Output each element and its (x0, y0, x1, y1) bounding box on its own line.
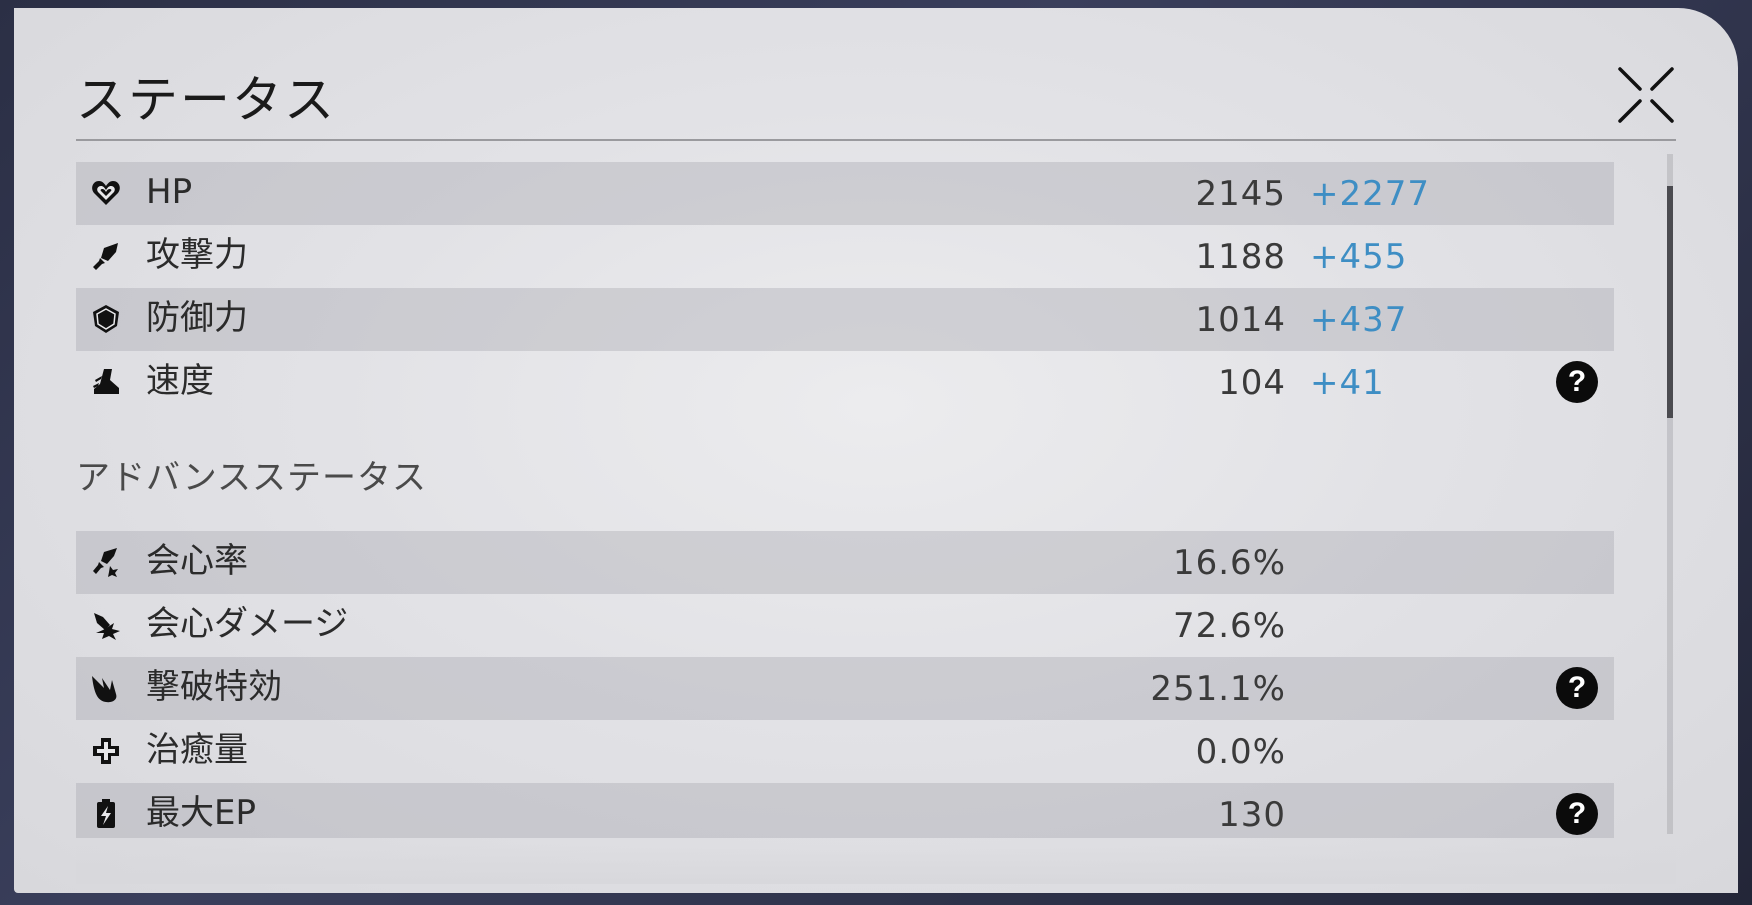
help-button[interactable]: ? (1556, 793, 1598, 835)
help-button[interactable]: ? (1556, 667, 1598, 709)
help-button[interactable]: ? (1556, 361, 1598, 403)
panel-title: ステータス (76, 71, 336, 129)
stats-list[interactable]: HP 2145 +2277 攻撃力 1188 +455 防御力 1014 +43… (76, 162, 1614, 838)
status-panel: ステータス HP 2145 +2277 攻撃力 1188 +455 防御力 10… (14, 8, 1738, 893)
break-effect-icon (92, 676, 117, 703)
shield-icon (93, 305, 119, 333)
stat-row-healing: 治癒量 0.0% (76, 720, 1614, 783)
crit-rate-icon (93, 548, 118, 577)
boot-icon (93, 369, 119, 394)
advanced-section-title: アドバンスステータス (76, 458, 428, 498)
scrollbar[interactable] (1667, 154, 1673, 834)
close-x-icon (1618, 67, 1674, 123)
stat-row-hp: HP 2145 +2277 (76, 162, 1614, 225)
battery-icon (97, 799, 115, 828)
stat-row-break-effect: 撃破特効 251.1% ? (76, 657, 1614, 720)
stat-base-value: 1188 (1195, 237, 1286, 277)
title-divider (76, 139, 1676, 141)
stat-bonus-value: +41 (1310, 363, 1385, 403)
stat-value: 0.0% (1195, 732, 1286, 772)
stat-label: 速度 (146, 361, 214, 401)
stat-label: 会心ダメージ (146, 604, 349, 644)
list-bottom-fade (76, 844, 1676, 884)
sword-icon (93, 243, 118, 270)
stat-row-defense: 防御力 1014 +437 (76, 288, 1614, 351)
stat-row-crit-rate: 会心率 16.6% (76, 531, 1614, 594)
stat-row-crit-damage: 会心ダメージ 72.6% (76, 594, 1614, 657)
stat-row-attack: 攻撃力 1188 +455 (76, 225, 1614, 288)
stat-bonus-value: +437 (1310, 300, 1408, 340)
stat-value: 16.6% (1172, 543, 1286, 583)
stat-label: 防御力 (146, 298, 248, 338)
healing-cross-icon (93, 738, 119, 764)
stat-label: 最大EP (146, 793, 256, 833)
stat-value: 130 (1218, 795, 1286, 835)
close-button[interactable] (1614, 63, 1678, 127)
stat-base-value: 2145 (1195, 174, 1286, 214)
stat-bonus-value: +455 (1310, 237, 1408, 277)
stat-value: 72.6% (1172, 606, 1286, 646)
stat-row-speed: 速度 104 +41 ? (76, 351, 1614, 414)
heart-icon (92, 181, 120, 205)
stat-label: 撃破特効 (146, 667, 282, 707)
scrollbar-thumb[interactable] (1667, 186, 1673, 418)
stat-row-max-ep: 最大EP 130 ? (76, 783, 1614, 838)
crit-damage-icon (94, 613, 120, 640)
stat-label: 治癒量 (146, 730, 248, 770)
stat-label: 会心率 (146, 541, 248, 581)
stat-value: 251.1% (1150, 669, 1286, 709)
stat-base-value: 1014 (1195, 300, 1286, 340)
stat-label: HP (146, 172, 193, 212)
stat-bonus-value: +2277 (1310, 174, 1431, 214)
stat-label: 攻撃力 (146, 235, 248, 275)
stat-base-value: 104 (1218, 363, 1286, 403)
